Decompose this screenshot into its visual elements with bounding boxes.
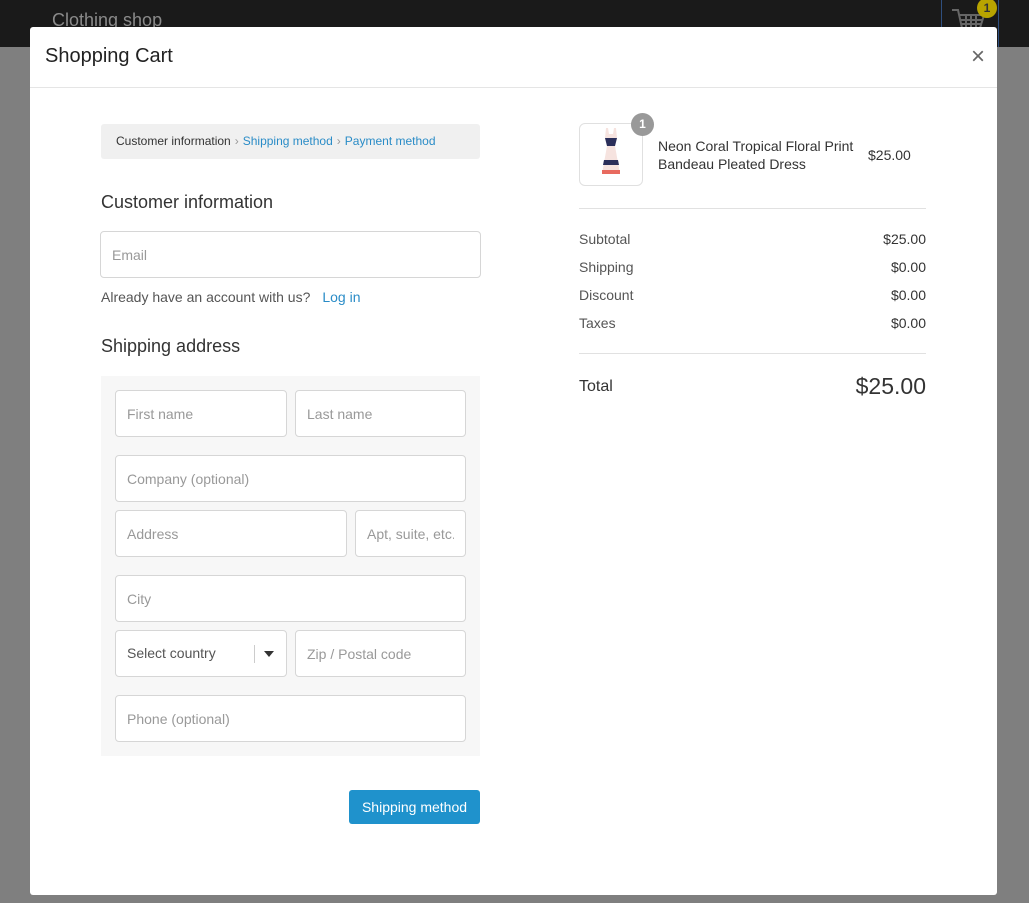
summary-label: Subtotal <box>579 231 631 247</box>
summary-label: Taxes <box>579 315 616 331</box>
email-field[interactable] <box>100 231 481 278</box>
divider <box>579 208 926 209</box>
account-prompt-text: Already have an account with us? <box>101 289 311 305</box>
chevron-down-icon <box>264 651 274 657</box>
item-quantity-badge: 1 <box>631 113 654 136</box>
city-field[interactable] <box>115 575 466 622</box>
summary-row-taxes: Taxes $0.00 <box>579 315 926 331</box>
cart-count-badge: 1 <box>977 0 997 18</box>
divider <box>579 353 926 354</box>
breadcrumb-customer-information: Customer information <box>116 134 231 148</box>
modal-title: Shopping Cart <box>45 45 173 67</box>
total-label: Total <box>579 378 613 395</box>
checkout-breadcrumb: Customer information › Shipping method › Pay… <box>101 124 480 159</box>
close-icon[interactable]: × <box>971 45 985 69</box>
shopping-cart-modal: Shopping Cart × Customer information › Shi… <box>30 27 997 895</box>
total-value: $25.00 <box>855 373 926 399</box>
summary-value: $25.00 <box>883 231 926 247</box>
country-select-value: Select country <box>127 645 216 661</box>
breadcrumb-separator: › <box>336 134 341 148</box>
breadcrumb-shipping-method[interactable]: Shipping method <box>243 134 333 148</box>
last-name-field[interactable] <box>295 390 466 437</box>
summary-row-discount: Discount $0.00 <box>579 287 926 303</box>
select-divider <box>254 645 255 663</box>
summary-row-shipping: Shipping $0.00 <box>579 259 926 275</box>
apt-suite-field[interactable] <box>355 510 466 557</box>
shipping-address-heading: Shipping address <box>101 336 241 356</box>
login-link[interactable]: Log in <box>322 289 360 305</box>
modal-header: Shopping Cart × <box>30 27 997 88</box>
summary-label: Shipping <box>579 259 634 275</box>
company-field[interactable] <box>115 455 466 502</box>
breadcrumb-payment-method[interactable]: Payment method <box>345 134 436 148</box>
dress-icon <box>602 128 620 174</box>
phone-field[interactable] <box>115 695 466 742</box>
country-select[interactable]: Select country <box>115 630 287 677</box>
breadcrumb-separator: › <box>234 134 239 148</box>
shipping-method-button[interactable]: Shipping method <box>349 790 480 824</box>
account-prompt: Already have an account with us? Log in <box>101 289 361 305</box>
product-name: Neon Coral Tropical Floral Print Bandeau… <box>658 138 854 172</box>
first-name-field[interactable] <box>115 390 287 437</box>
summary-label: Discount <box>579 287 634 303</box>
address-field[interactable] <box>115 510 347 557</box>
customer-information-heading: Customer information <box>101 192 274 212</box>
summary-value: $0.00 <box>890 315 926 331</box>
product-price: $25.00 <box>868 147 911 163</box>
summary-value: $0.00 <box>890 259 926 275</box>
summary-value: $0.00 <box>890 287 926 303</box>
summary-row-subtotal: Subtotal $25.00 <box>579 231 926 247</box>
zip-code-field[interactable] <box>295 630 466 677</box>
